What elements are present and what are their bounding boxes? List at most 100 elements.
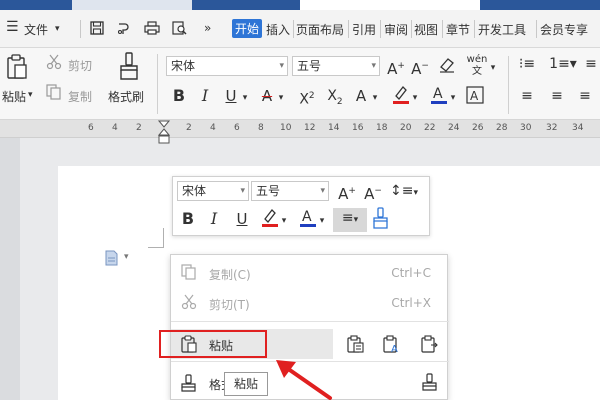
paste-button[interactable]: 粘贴: [2, 88, 26, 105]
clear-format-icon[interactable]: [438, 56, 458, 74]
print-icon[interactable]: [144, 21, 160, 38]
strikethrough-icon[interactable]: A: [258, 86, 276, 106]
svg-text:A: A: [302, 209, 312, 225]
tab-view[interactable]: 视图: [414, 21, 438, 38]
chevron-down-icon[interactable]: ▾: [124, 252, 129, 262]
chevron-down-icon[interactable]: ▾: [279, 211, 289, 231]
mini-align-icon[interactable]: ≡▾: [333, 208, 367, 232]
ruler-number: 28: [496, 123, 508, 133]
indent-icon[interactable]: ≡: [582, 54, 600, 74]
menu-file[interactable]: 文件: [24, 21, 48, 38]
menu-divider: [380, 20, 381, 38]
shrink-font-icon[interactable]: A−: [363, 181, 383, 204]
chevron-down-icon[interactable]: ▾: [370, 88, 380, 108]
copy-icon: [46, 84, 62, 100]
chevron-down-icon[interactable]: ▾: [410, 88, 420, 108]
mini-highlight-icon[interactable]: [261, 207, 279, 229]
svg-text:A: A: [391, 344, 398, 353]
superscript-icon[interactable]: X2: [296, 86, 318, 110]
format-painter-icon[interactable]: [118, 52, 140, 80]
tab-home[interactable]: 开始: [232, 19, 263, 38]
paste-icon[interactable]: [6, 54, 28, 80]
title-bar: [0, 0, 600, 10]
paste-keep-format-icon[interactable]: [347, 335, 365, 356]
ruler-number: 10: [280, 123, 292, 133]
tab-developer[interactable]: 开发工具: [478, 21, 526, 38]
menu-item-paste[interactable]: 粘贴 A: [159, 329, 449, 359]
copy-icon: [181, 264, 197, 280]
paste-text-only-icon[interactable]: A: [383, 335, 401, 356]
chevron-down-icon[interactable]: ▾: [28, 90, 33, 100]
italic-icon[interactable]: I: [196, 86, 214, 106]
copy-button[interactable]: 复制: [68, 88, 92, 105]
chevron-down-icon[interactable]: ▾: [55, 24, 60, 34]
format-painter-button[interactable]: 格式刷: [108, 88, 144, 105]
tab-page-layout[interactable]: 页面布局: [296, 21, 344, 38]
underline-icon[interactable]: U: [222, 86, 240, 106]
align-right-icon[interactable]: ≡: [574, 86, 596, 106]
mini-bold-icon[interactable]: B: [179, 209, 197, 229]
text-effect-icon[interactable]: A: [352, 86, 370, 106]
grow-font-icon[interactable]: A+: [386, 56, 406, 79]
cut-button[interactable]: 剪切: [68, 57, 92, 74]
subscript-icon[interactable]: X2: [324, 86, 346, 112]
bold-icon[interactable]: B: [170, 86, 188, 106]
bullet-list-icon[interactable]: ⁝≡: [516, 54, 538, 74]
ribbon-divider: [508, 56, 509, 114]
tab-references[interactable]: 引用: [352, 21, 376, 38]
tab-review[interactable]: 审阅: [384, 21, 408, 38]
mini-font-name-select[interactable]: 宋体 ▾: [177, 181, 249, 201]
ruler-number: 4: [210, 123, 216, 133]
align-center-icon[interactable]: ≡: [546, 86, 568, 106]
align-left-icon[interactable]: ≡: [516, 86, 538, 106]
document-tab[interactable]: [72, 0, 192, 10]
ruler-number: 20: [400, 123, 412, 133]
tooltip: 粘贴: [224, 372, 268, 396]
menu-divider: [536, 20, 537, 38]
font-name-select[interactable]: 宋体 ▾: [166, 56, 288, 76]
save-icon[interactable]: [90, 21, 104, 38]
menu-item-cut[interactable]: 剪切(T) Ctrl+X: [171, 289, 449, 317]
chevron-down-icon[interactable]: ▾: [448, 88, 458, 108]
mini-font-size-select[interactable]: 五号 ▾: [251, 181, 329, 201]
menu-item-copy[interactable]: 复制(C) Ctrl+C: [171, 259, 449, 287]
indent-marker-icon[interactable]: [157, 120, 171, 151]
paste-special-icon[interactable]: [421, 335, 439, 356]
phonetic-guide-icon[interactable]: wén 文: [466, 54, 488, 78]
tab-insert[interactable]: 插入: [266, 21, 290, 38]
highlight-icon[interactable]: [392, 84, 410, 106]
hamburger-icon[interactable]: ☰: [6, 19, 19, 35]
margin-corner-mark: [148, 228, 164, 248]
active-document-tab[interactable]: [300, 0, 480, 10]
menu-divider: [80, 20, 81, 38]
character-border-icon[interactable]: A: [466, 86, 486, 104]
ruler-number: 4: [112, 123, 118, 133]
share-icon[interactable]: [116, 21, 130, 38]
shrink-font-icon[interactable]: A−: [410, 56, 430, 79]
chevron-down-icon[interactable]: ▾: [488, 58, 498, 78]
tab-member[interactable]: 会员专享: [540, 21, 588, 38]
ruler-number: 16: [352, 123, 364, 133]
ruler-number: 6: [88, 123, 94, 133]
line-spacing-icon[interactable]: ↕≡▾: [389, 181, 419, 203]
print-preview-icon[interactable]: [172, 21, 188, 38]
chevron-down-icon[interactable]: ▾: [240, 88, 250, 108]
numbered-list-icon[interactable]: 1≡▾: [548, 54, 578, 74]
paste-options-icon[interactable]: [104, 250, 120, 269]
grow-font-icon[interactable]: A+: [337, 181, 357, 204]
more-icon[interactable]: »: [204, 21, 211, 35]
ruler-number: 30: [520, 123, 532, 133]
tab-chapter[interactable]: 章节: [446, 21, 470, 38]
ruler-number: 12: [304, 123, 316, 133]
font-color-icon[interactable]: A: [430, 84, 448, 106]
mini-font-color-icon[interactable]: A: [299, 207, 317, 229]
mini-italic-icon[interactable]: I: [205, 209, 223, 229]
mini-underline-icon[interactable]: U: [233, 209, 251, 229]
chevron-down-icon[interactable]: ▾: [317, 211, 327, 231]
mini-format-painter-icon[interactable]: [373, 207, 393, 229]
ruler-number: 8: [258, 123, 264, 133]
horizontal-ruler[interactable]: 6 4 2 2 4 6 8 10 12 14 16 18 20 22 24 26…: [0, 120, 600, 144]
font-size-select[interactable]: 五号 ▾: [292, 56, 380, 76]
format-painter-icon[interactable]: [421, 373, 439, 394]
chevron-down-icon[interactable]: ▾: [276, 88, 286, 108]
